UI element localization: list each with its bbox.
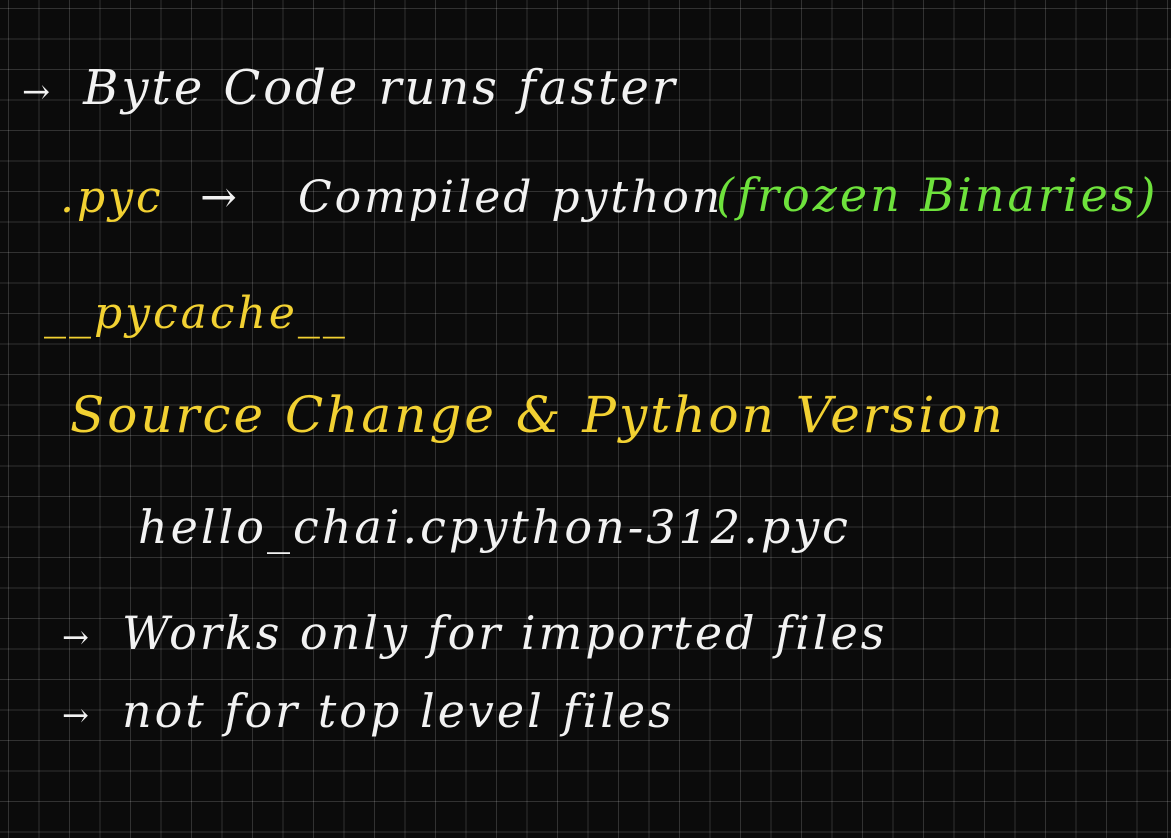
byte-code-text: Byte Code runs faster (83, 60, 678, 116)
arrow-icon: → (22, 71, 54, 111)
arrow-icon: → (62, 617, 92, 656)
frozen-binaries-text: (frozen Binaries) (716, 168, 1159, 222)
imported-files-note: → Works only for imported files (62, 610, 887, 656)
top-level-files-text: not for top level files (121, 684, 675, 738)
source-change-text: Source Change & Python Version (70, 386, 1006, 444)
arrow-icon: → (200, 172, 240, 223)
pyc-filename-text: hello_chai.cpython-312.pyc (138, 500, 851, 554)
compiled-python-text: Compiled python (298, 172, 724, 223)
arrow-icon: → (62, 695, 92, 734)
pycache-text: __pycache__ (44, 288, 348, 339)
whiteboard-canvas: → Byte Code runs faster .pyc → Compiled p… (0, 0, 1171, 838)
imported-files-text: Works only for imported files (121, 606, 888, 660)
top-level-files-note: → not for top level files (62, 688, 675, 734)
byte-code-note: → Byte Code runs faster (22, 64, 678, 112)
pyc-extension: .pyc (60, 172, 164, 223)
